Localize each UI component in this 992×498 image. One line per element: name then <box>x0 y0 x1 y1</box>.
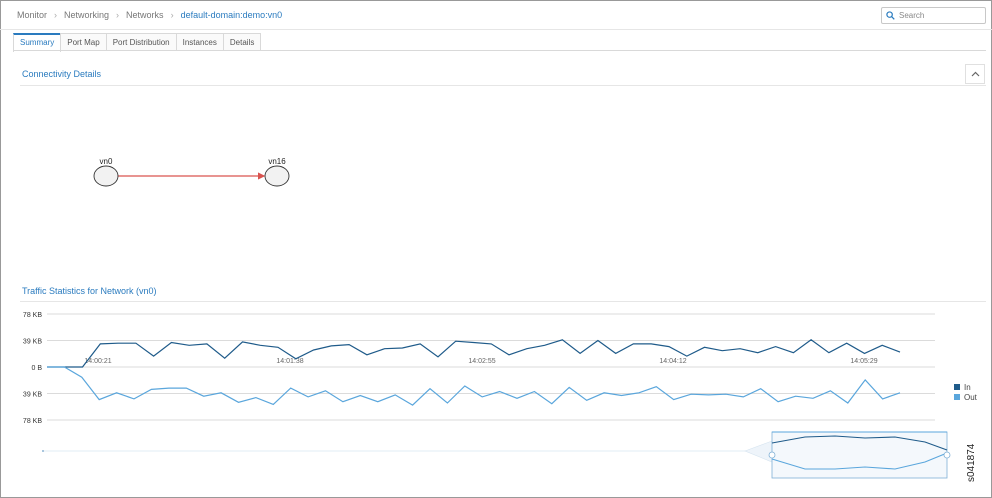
y-tick-label: 0 B <box>31 365 42 372</box>
legend-swatch-out <box>954 394 960 400</box>
overview-brush[interactable] <box>771 431 948 479</box>
figure-id: s041874 <box>966 443 977 482</box>
traffic-chart: 78 KB39 KB0 B39 KB78 KB14:00:21 14:01:38 1… <box>23 312 951 479</box>
y-tick-label: 78 KB <box>23 418 42 425</box>
legend-label-in: In <box>964 382 971 392</box>
y-tick-label: 39 KB <box>23 392 42 399</box>
x-tick-label: 14:05:29 <box>850 358 877 365</box>
legend-swatch-in <box>954 384 960 390</box>
legend-label-out: Out <box>964 392 977 402</box>
y-tick-label: 78 KB <box>23 312 42 319</box>
legend-item-out[interactable]: Out <box>954 392 977 402</box>
x-tick-label: 14:01:38 <box>276 358 303 365</box>
x-tick-label: 14:02:55 <box>468 358 495 365</box>
y-tick-label: 39 KB <box>23 339 42 346</box>
series-line-out <box>47 366 901 406</box>
brush-handle-left[interactable] <box>768 451 776 459</box>
overview-start-marker <box>42 450 44 452</box>
chart-legend: In Out <box>954 382 977 402</box>
legend-item-in[interactable]: In <box>954 382 977 392</box>
brush-handle-right[interactable] <box>943 451 951 459</box>
overview-shade <box>744 440 773 463</box>
x-tick-label: 14:04:12 <box>659 358 686 365</box>
